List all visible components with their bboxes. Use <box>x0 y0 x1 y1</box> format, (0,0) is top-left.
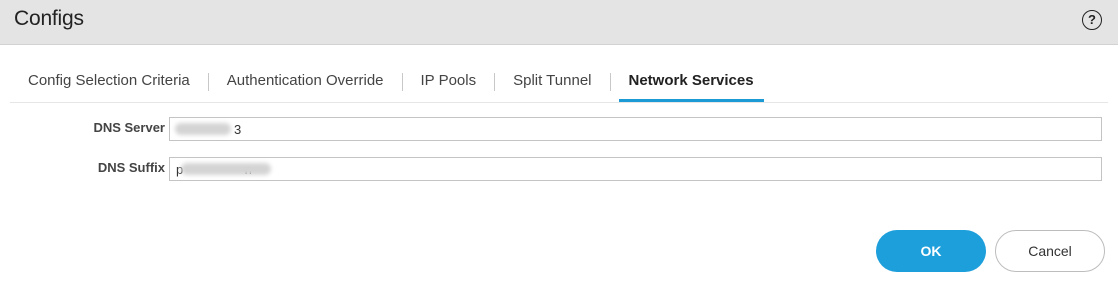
tabs-underline-rule <box>10 102 1108 103</box>
redacted-dns-server-value <box>175 123 231 135</box>
tab-bar: Config Selection Criteria Authentication… <box>18 70 764 102</box>
tab-network-services[interactable]: Network Services <box>618 70 764 102</box>
dns-server-row: DNS Server <box>0 117 1118 141</box>
dialog-title: Configs <box>14 7 84 30</box>
cancel-button[interactable]: Cancel <box>995 230 1105 272</box>
dialog-header: Configs ? <box>0 0 1118 45</box>
dns-suffix-row: DNS Suffix <box>0 157 1118 181</box>
dns-server-input[interactable] <box>169 117 1102 141</box>
dns-suffix-label: DNS Suffix <box>97 160 165 175</box>
dns-server-label: DNS Server <box>93 120 165 135</box>
help-icon[interactable]: ? <box>1082 10 1102 30</box>
tab-divider <box>207 73 209 91</box>
tab-divider <box>494 73 496 91</box>
ok-button[interactable]: OK <box>876 230 986 272</box>
configs-dialog: Configs ? Config Selection Criteria Auth… <box>0 0 1118 282</box>
tab-divider <box>609 73 611 91</box>
tab-split-tunnel[interactable]: Split Tunnel <box>503 70 601 102</box>
tab-authentication-override[interactable]: Authentication Override <box>217 70 394 102</box>
redacted-dns-suffix-value <box>181 163 271 175</box>
dns-suffix-input[interactable] <box>169 157 1102 181</box>
tab-divider <box>401 73 403 91</box>
tab-config-selection-criteria[interactable]: Config Selection Criteria <box>18 70 200 102</box>
tab-ip-pools[interactable]: IP Pools <box>411 70 487 102</box>
